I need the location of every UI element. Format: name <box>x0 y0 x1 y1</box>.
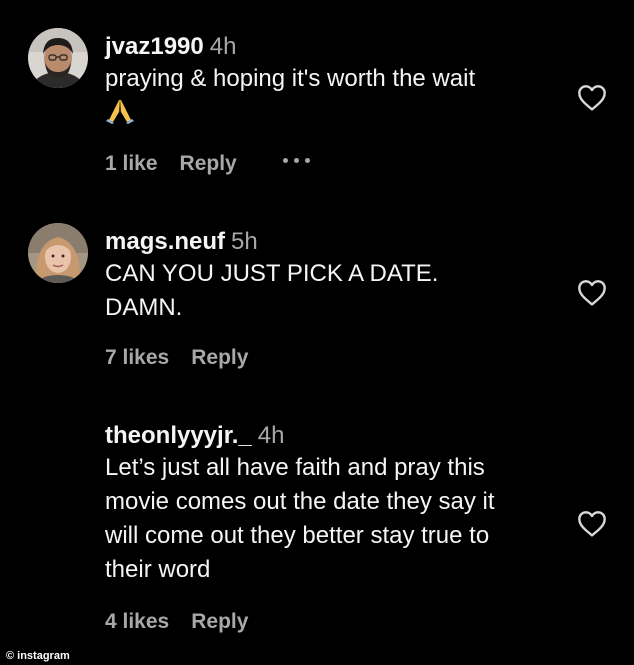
comment-content: theonlyyyjr._ 4h Let’s just all have fait… <box>105 421 565 587</box>
like-count[interactable]: 7 likes <box>105 346 169 370</box>
reply-button[interactable]: Reply <box>191 610 248 634</box>
comment-content: jvaz1990 4h praying & hoping it's worth t… <box>105 32 565 129</box>
username[interactable]: mags.neuf <box>105 228 225 255</box>
comment-text: Let’s just all have faith and pray this … <box>105 454 495 583</box>
like-count[interactable]: 1 like <box>105 152 158 176</box>
ellipsis-icon[interactable] <box>282 158 313 166</box>
comment-header: theonlyyyjr._ 4h <box>105 421 565 451</box>
comment-actions: 7 likes Reply <box>105 346 294 370</box>
watermark: © instagram <box>6 650 70 662</box>
comment-header: jvaz1990 4h <box>105 32 565 62</box>
comment-actions: 1 like Reply <box>105 152 313 176</box>
comment-text: CAN YOU JUST PICK A DATE. DAMN. <box>105 260 439 321</box>
avatar[interactable] <box>28 223 88 283</box>
avatar[interactable] <box>28 28 88 88</box>
like-count[interactable]: 4 likes <box>105 610 169 634</box>
comment-actions: 4 likes Reply <box>105 610 294 634</box>
reply-button[interactable]: Reply <box>180 152 237 176</box>
username[interactable]: jvaz1990 <box>105 33 204 60</box>
heart-outline-icon[interactable] <box>576 277 608 309</box>
comment-text: praying & hoping it's worth the wait <box>105 65 476 92</box>
reply-button[interactable]: Reply <box>191 346 248 370</box>
timestamp: 4h <box>257 422 285 449</box>
heart-outline-icon[interactable] <box>576 508 608 540</box>
heart-outline-icon[interactable] <box>576 82 608 114</box>
timestamp: 5h <box>231 228 258 255</box>
timestamp: 4h <box>209 33 237 60</box>
username[interactable]: theonlyyyjr._ <box>105 422 252 449</box>
comment-header: mags.neuf 5h <box>105 227 565 257</box>
folded-hands-emoji <box>105 98 565 129</box>
comment-content: mags.neuf 5h CAN YOU JUST PICK A DATE. DA… <box>105 227 565 325</box>
